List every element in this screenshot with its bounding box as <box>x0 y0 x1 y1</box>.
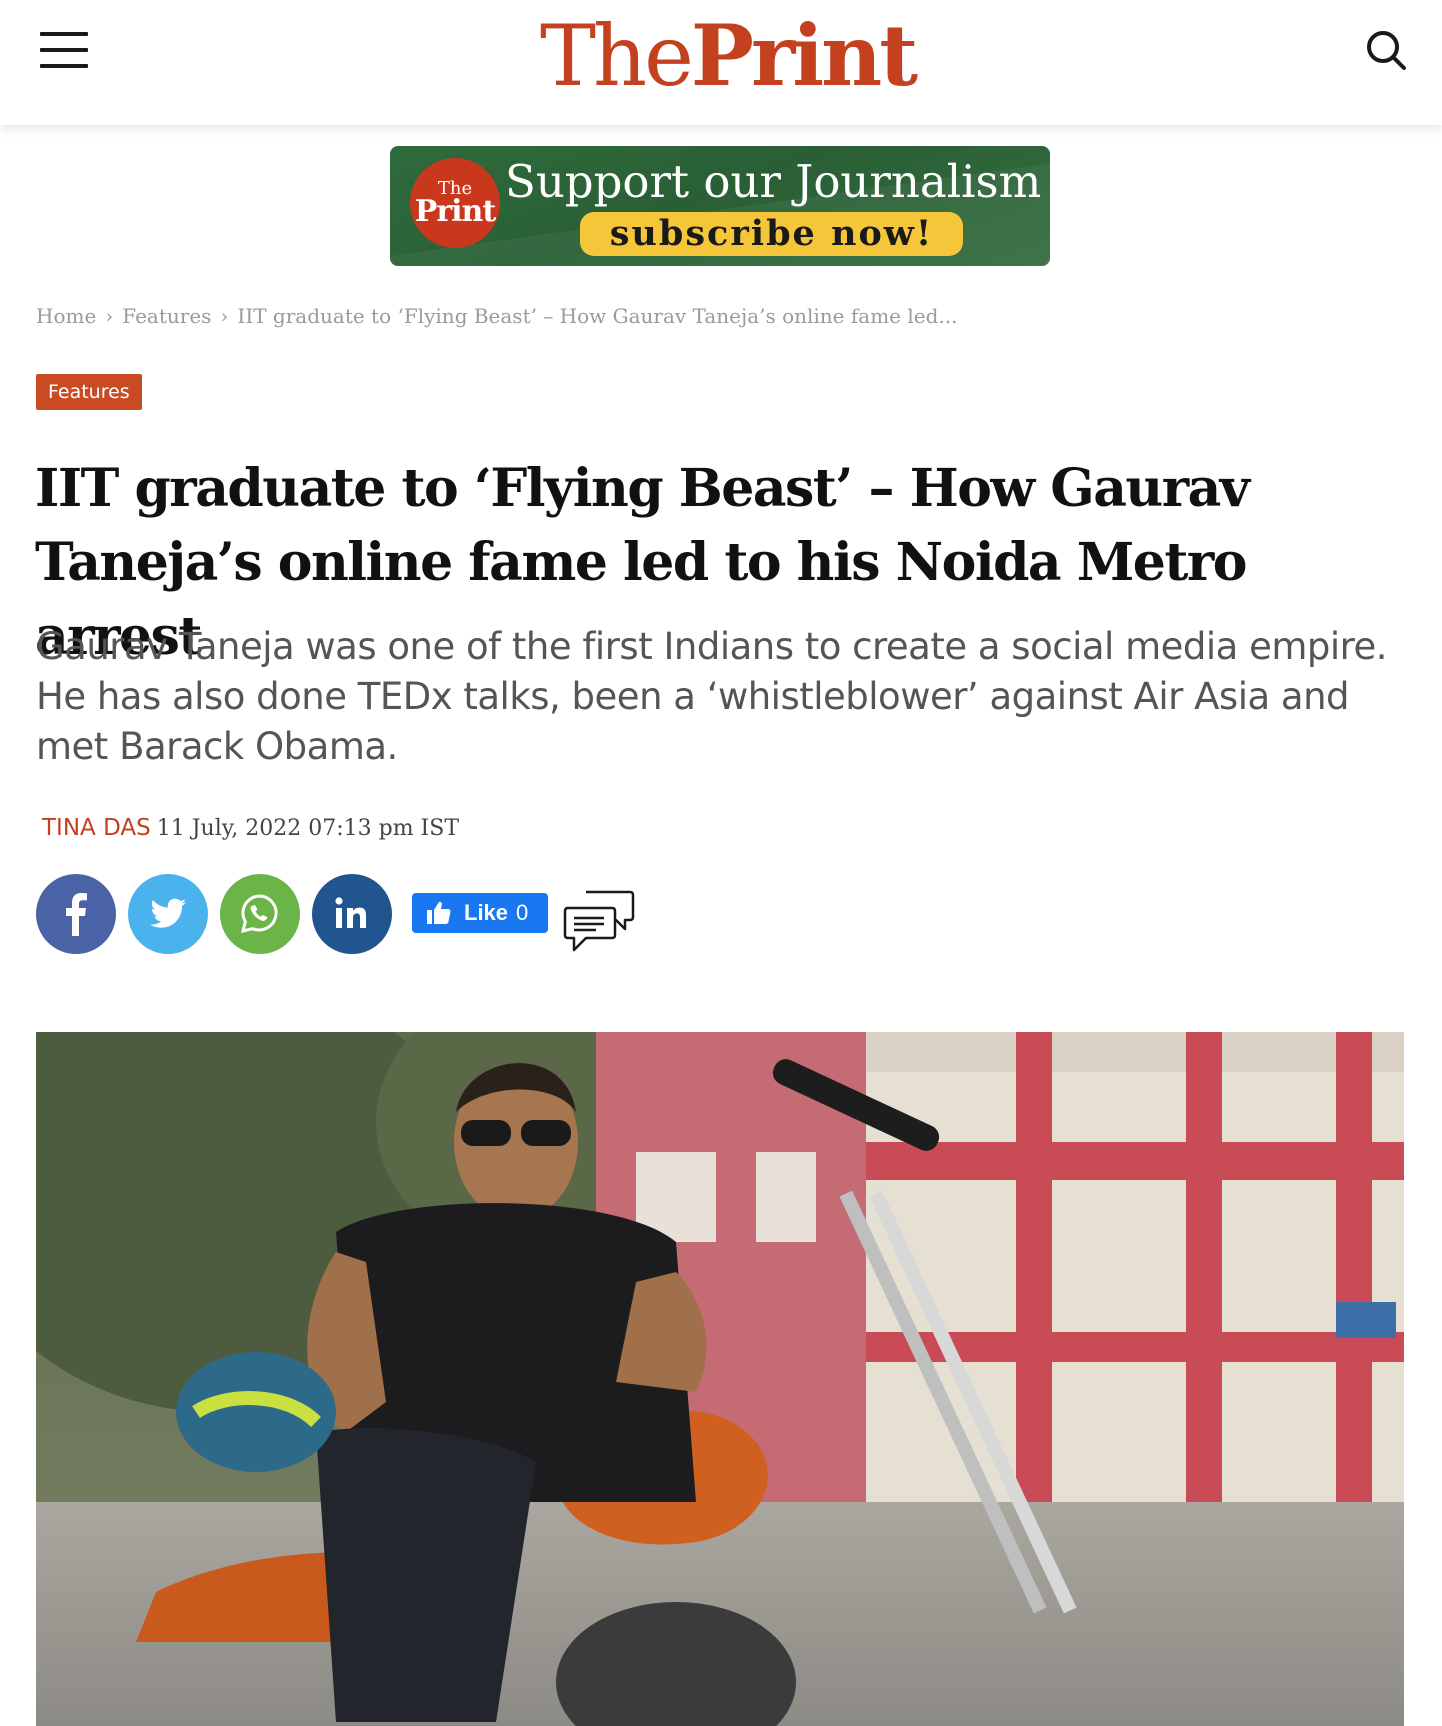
thumbs-up-icon <box>427 901 451 924</box>
breadcrumb-separator: › <box>105 304 114 328</box>
linkedin-share-button[interactable] <box>312 874 392 954</box>
hero-photo-illustration <box>36 1032 1404 1726</box>
whatsapp-icon <box>240 894 278 934</box>
search-icon[interactable] <box>1364 28 1408 72</box>
whatsapp-share-button[interactable] <box>220 874 300 954</box>
site-logo[interactable]: ThePrint <box>540 6 918 106</box>
like-label: Like <box>464 900 509 925</box>
subscribe-now-button[interactable]: subscribe now! <box>580 212 963 256</box>
like-count: 0 <box>516 900 529 925</box>
hamburger-menu-icon[interactable] <box>40 32 88 68</box>
category-tag[interactable]: Features <box>36 374 142 410</box>
breadcrumb-features[interactable]: Features <box>122 304 211 328</box>
hero-image <box>36 1032 1404 1726</box>
twitter-share-button[interactable] <box>128 874 208 954</box>
facebook-icon <box>66 893 87 936</box>
breadcrumb-current: IIT graduate to ‘Flying Beast’ – How Gau… <box>237 304 958 328</box>
article-dek: Gaurav Taneja was one of the first India… <box>36 625 1388 768</box>
facebook-like-button[interactable]: Like 0 <box>412 893 548 933</box>
logo-print: Print <box>690 6 918 105</box>
banner-title: Support our Journalism <box>505 155 1042 208</box>
facebook-share-button[interactable] <box>36 874 116 954</box>
site-header: ThePrint <box>0 0 1442 125</box>
subscribe-banner[interactable]: The Print Support our Journalism subscri… <box>390 146 1050 266</box>
author-link[interactable]: TINA DAS <box>42 815 151 841</box>
twitter-icon <box>150 898 186 928</box>
breadcrumb-separator: › <box>220 304 229 328</box>
breadcrumb: Home › Features › IIT graduate to ‘Flying Be… <box>36 300 957 332</box>
logo-the: The <box>540 7 694 105</box>
comments-icon[interactable] <box>562 888 636 954</box>
publish-date: 11 July, 2022 07:13 pm IST <box>156 816 459 841</box>
linkedin-icon <box>335 897 366 928</box>
byline: TINA DAS 11 July, 2022 07:13 pm IST <box>42 811 459 848</box>
banner-logo-badge: The Print <box>410 158 500 248</box>
breadcrumb-home[interactable]: Home <box>36 304 96 328</box>
banner-badge-print: Print <box>414 194 496 229</box>
